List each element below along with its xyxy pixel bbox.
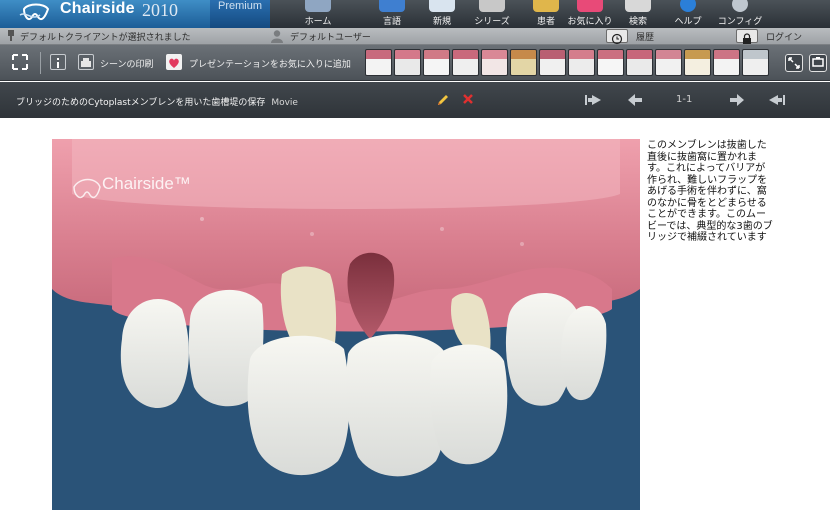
new-icon xyxy=(429,0,455,12)
last-page-icon[interactable] xyxy=(768,93,786,107)
lock-icon xyxy=(743,33,751,44)
print-button[interactable] xyxy=(78,54,94,70)
scene-thumbnail[interactable] xyxy=(713,49,740,76)
edition-badge: Premium xyxy=(210,0,270,28)
nav-series[interactable]: シリーズ xyxy=(464,0,520,28)
print-scene-label[interactable]: シーンの印刷 xyxy=(100,57,154,70)
clock-icon xyxy=(611,33,623,45)
favorites-icon xyxy=(577,0,603,12)
scene-thumbnail[interactable] xyxy=(423,49,450,76)
movie-title: ブリッジのためのCytoplastメンブレンを用いた歯槽堤の保存 Movie xyxy=(16,95,298,108)
movie-title-text: ブリッジのためのCytoplastメンブレンを用いた歯槽堤の保存 xyxy=(16,98,266,108)
nav-series-label: シリーズ xyxy=(474,17,510,27)
scene-thumbnail[interactable] xyxy=(742,49,769,76)
nav-search-label: 検索 xyxy=(628,17,647,27)
info-button[interactable] xyxy=(50,54,66,70)
nav-language-label: 言語 xyxy=(382,17,401,27)
printer-icon xyxy=(81,58,91,67)
add-favorite-button[interactable] xyxy=(166,54,182,70)
nav-home[interactable]: ホーム xyxy=(290,0,346,28)
fullscreen-button[interactable] xyxy=(12,54,28,70)
help-icon xyxy=(680,0,696,12)
scene-watermark: Chairside™ xyxy=(102,174,191,193)
config-icon xyxy=(732,0,748,12)
edition-label: Premium xyxy=(218,0,263,12)
scene-thumbnail[interactable] xyxy=(626,49,653,76)
scene-thumbnail[interactable] xyxy=(394,49,421,76)
scene-thumbnail[interactable] xyxy=(481,49,508,76)
status-bar: デフォルトクライアントが選択されました デフォルトユーザー 履歴 ログイン xyxy=(0,28,830,45)
history-button[interactable] xyxy=(606,29,628,45)
scene-thumbnail[interactable] xyxy=(365,49,392,76)
add-favorite-label[interactable]: プレゼンテーションをお気に入りに追加 xyxy=(189,57,351,70)
first-page-icon[interactable] xyxy=(584,93,602,107)
next-page-icon[interactable] xyxy=(728,93,746,107)
brand-year: 2010 xyxy=(142,0,178,20)
prev-page-icon[interactable] xyxy=(626,93,644,107)
search-icon xyxy=(625,0,651,12)
scene-thumbnail[interactable] xyxy=(568,49,595,76)
nav-help[interactable]: ヘルプ xyxy=(660,0,716,28)
patient-icon xyxy=(533,0,559,12)
scene-thumbnail[interactable] xyxy=(539,49,566,76)
fit-screen-button[interactable] xyxy=(785,54,803,72)
scene-thumbnail[interactable] xyxy=(452,49,479,76)
edit-pencil-icon[interactable] xyxy=(436,93,450,107)
scene-thumbnail[interactable] xyxy=(655,49,682,76)
series-icon xyxy=(479,0,505,12)
pin-icon xyxy=(8,30,14,41)
presentation-button[interactable] xyxy=(809,54,827,72)
history-label[interactable]: 履歴 xyxy=(636,30,654,43)
scene-thumbnail[interactable] xyxy=(684,49,711,76)
language-icon xyxy=(379,0,405,12)
heart-icon xyxy=(169,58,179,68)
nav-search[interactable]: 検索 xyxy=(610,0,666,28)
user-status[interactable]: デフォルトユーザー xyxy=(290,30,371,43)
expand-icon xyxy=(12,54,28,70)
home-icon xyxy=(305,0,331,12)
nav-home-label: ホーム xyxy=(304,17,332,27)
user-icon xyxy=(271,30,283,43)
page-counter: 1-1 xyxy=(676,94,693,105)
brand-area: Chairside 2010 Premium xyxy=(0,0,270,28)
nav-help-label: ヘルプ xyxy=(674,17,702,27)
scene-description: このメンブレンは抜歯した直後に抜歯窩に置かれます。これによってバリアが作られ、難… xyxy=(647,140,773,243)
client-status[interactable]: デフォルトクライアントが選択されました xyxy=(20,30,191,43)
content-area: Chairside™ このメンブレンは抜歯した直後に抜歯窩に置かれます。これによ… xyxy=(0,118,830,510)
movie-title-bar: ブリッジのためのCytoplastメンブレンを用いた歯槽堤の保存 Movie 1-… xyxy=(0,82,830,118)
nav-config-label: コンフィグ xyxy=(717,17,763,27)
brand-name: Chairside xyxy=(60,0,135,17)
toolbar: シーンの印刷 プレゼンテーションをお気に入りに追加 xyxy=(0,45,830,81)
top-bar: Chairside 2010 Premium ホーム 言語 新規 シリーズ 患者 xyxy=(0,0,830,28)
info-icon xyxy=(57,58,59,68)
tooth-logo-icon xyxy=(19,3,50,21)
login-label[interactable]: ログイン xyxy=(766,30,802,43)
scene-thumbnail[interactable] xyxy=(597,49,624,76)
toolbar-divider xyxy=(40,52,41,74)
delete-icon[interactable] xyxy=(462,93,474,105)
scene-thumbnail[interactable] xyxy=(510,49,537,76)
login-button[interactable] xyxy=(736,29,758,44)
presentation-icon xyxy=(812,57,824,67)
nav-language[interactable]: 言語 xyxy=(364,0,420,28)
dental-scene-viewer[interactable]: Chairside™ xyxy=(52,139,640,510)
nav-new[interactable]: 新規 xyxy=(414,0,470,28)
nav-new-label: 新規 xyxy=(432,17,451,27)
fit-screen-icon xyxy=(788,57,800,69)
movie-type-tag: Movie xyxy=(271,98,298,108)
dental-bridge-illustration xyxy=(52,139,640,510)
nav-config[interactable]: コンフィグ xyxy=(712,0,768,28)
